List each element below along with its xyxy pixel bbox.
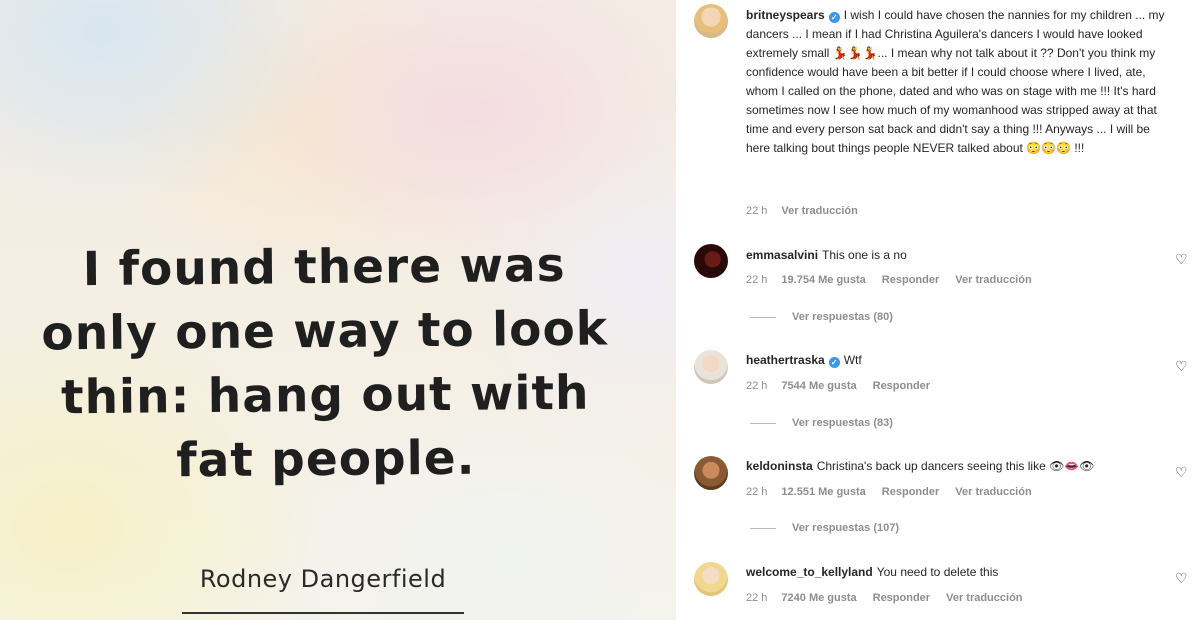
view-replies[interactable]: Ver respuestas (107)	[750, 522, 899, 534]
comment: keldoninsta Christina's back up dancers s…	[746, 457, 1166, 476]
comment-username[interactable]: welcome_to_kellyland	[746, 565, 873, 579]
caption-translate-link[interactable]: Ver traducción	[781, 205, 857, 217]
avatar[interactable]	[694, 456, 728, 490]
replies-line	[750, 316, 776, 318]
comment-username[interactable]: emmasalvini	[746, 248, 818, 262]
view-replies-label[interactable]: Ver respuestas (80)	[792, 311, 893, 323]
comment-likes[interactable]: 19.754 Me gusta	[781, 274, 865, 286]
comment: heathertraska ✓ Wtf	[746, 351, 1166, 370]
comment-meta: 22 h 7544 Me gusta Responder	[746, 380, 946, 392]
translate-link[interactable]: Ver traducción	[955, 486, 1031, 498]
avatar[interactable]	[694, 244, 728, 278]
reply-button[interactable]: Responder	[873, 592, 930, 604]
comment-text: This one is a no	[822, 248, 907, 262]
heart-icon[interactable]: ♡	[1175, 571, 1189, 585]
heart-icon[interactable]: ♡	[1175, 465, 1189, 479]
avatar[interactable]	[694, 4, 728, 38]
comment-text: Wtf	[843, 353, 862, 367]
comment-meta: 22 h 12.551 Me gusta Responder Ver traducci…	[746, 486, 1048, 498]
caption-time: 22 h	[746, 205, 768, 217]
reply-button[interactable]: Responder	[882, 274, 939, 286]
avatar[interactable]	[694, 562, 728, 596]
comment-text: Christina's back up dancers seeing this …	[816, 459, 1095, 473]
comment-likes[interactable]: 7544 Me gusta	[781, 380, 856, 392]
comment-text: You need to delete this	[876, 565, 999, 579]
comment-username[interactable]: heathertraska	[746, 353, 825, 367]
view-replies-label[interactable]: Ver respuestas (107)	[792, 522, 899, 534]
view-replies[interactable]: Ver respuestas (83)	[750, 417, 893, 429]
quote-author: Rodney Dangerfield	[199, 565, 447, 593]
reply-button[interactable]: Responder	[873, 380, 930, 392]
post-image: I found there was only one way to look t…	[0, 0, 676, 620]
heart-icon[interactable]: ♡	[1175, 252, 1189, 266]
verified-badge-icon: ✓	[828, 357, 840, 368]
translate-link[interactable]: Ver traducción	[946, 592, 1022, 604]
translate-link[interactable]: Ver traducción	[955, 274, 1031, 286]
comment-time: 22 h	[746, 486, 768, 498]
post-caption: britneyspears ✓ I wish I could have chosen…	[746, 6, 1166, 158]
comment: emmasalvini This one is a no	[746, 246, 1166, 265]
caption-username[interactable]: britneyspears	[746, 8, 825, 22]
comment-meta: 22 h 7240 Me gusta Responder Ver traducción	[746, 592, 1039, 604]
comment: welcome_to_kellyland You need to delete t…	[746, 563, 1166, 582]
verified-badge-icon: ✓	[828, 12, 840, 23]
view-replies[interactable]: Ver respuestas (80)	[750, 311, 893, 323]
comment-username[interactable]: keldoninsta	[746, 459, 813, 473]
quote-text: I found there was only one way to look t…	[41, 237, 609, 489]
comment-likes[interactable]: 12.551 Me gusta	[781, 486, 865, 498]
comment-meta: 22 h 19.754 Me gusta Responder Ver traducci…	[746, 274, 1048, 286]
view-replies-label[interactable]: Ver respuestas (83)	[792, 417, 893, 429]
heart-icon[interactable]: ♡	[1175, 359, 1189, 373]
avatar[interactable]	[694, 350, 728, 384]
comment-time: 22 h	[746, 380, 768, 392]
comment-time: 22 h	[746, 274, 768, 286]
author-underline	[182, 612, 464, 614]
comment-likes[interactable]: 7240 Me gusta	[781, 592, 856, 604]
replies-line	[750, 527, 776, 529]
comment-time: 22 h	[746, 592, 768, 604]
caption-meta: 22 h Ver traducción	[746, 205, 874, 217]
caption-text: I wish I could have chosen the nannies f…	[746, 8, 1165, 155]
reply-button[interactable]: Responder	[882, 486, 939, 498]
replies-line	[750, 422, 776, 424]
comments-panel: britneyspears ✓ I wish I could have chosen…	[676, 0, 1200, 620]
